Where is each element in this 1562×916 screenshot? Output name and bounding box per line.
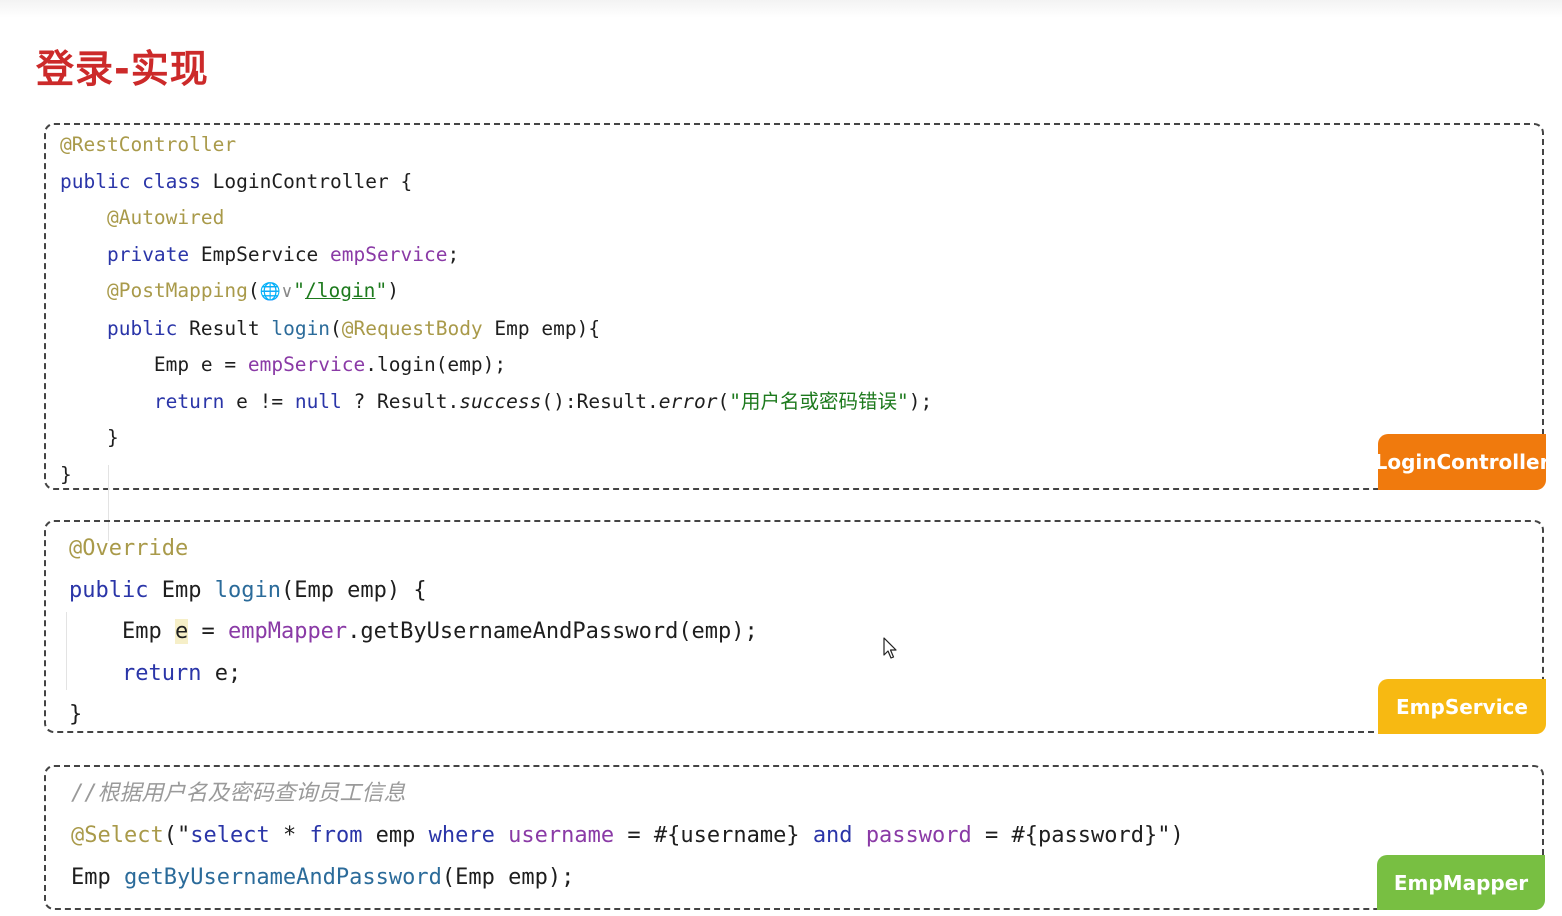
emp-service-tag: EmpService <box>1378 679 1546 734</box>
sql-keyword: from <box>309 823 363 848</box>
emp-mapper-code-box: //根据用户名及密码查询员工信息 @Select("select * from … <box>44 765 1544 910</box>
sql-keyword: select <box>190 823 270 848</box>
keyword: public <box>106 316 178 340</box>
annotation: @Select <box>71 823 164 848</box>
code-text: Emp <box>148 577 215 603</box>
keyword: return <box>153 389 225 413</box>
static-method: error <box>658 389 718 413</box>
code-text: ():Result. <box>541 389 659 413</box>
code-text: ( <box>717 389 730 413</box>
code-text: e; <box>201 660 242 686</box>
code-text: .getByUsernameAndPassword(emp); <box>347 619 758 644</box>
code-text: emp <box>362 823 429 848</box>
code-text: (" <box>163 823 191 848</box>
code-text: Emp e = <box>153 353 248 376</box>
code-text: ? Result. <box>341 389 460 413</box>
emp-service-code: @Override public Emp login(Emp emp) { Em… <box>69 528 758 736</box>
code-text: Emp <box>71 865 124 890</box>
code-text: EmpService <box>189 242 331 266</box>
indent-guide <box>66 612 67 690</box>
emp-mapper-tag: EmpMapper <box>1377 855 1545 910</box>
method-name: login <box>214 577 281 603</box>
code-text: } <box>69 702 83 727</box>
code-text: = <box>188 619 228 644</box>
login-controller-code: @RestController public class LoginContro… <box>60 127 932 493</box>
emp-mapper-code: //根据用户名及密码查询员工信息 @Select("select * from … <box>71 773 1184 899</box>
code-text: Emp emp){ <box>482 316 601 340</box>
sql-keyword: and <box>812 823 853 848</box>
annotation: @Override <box>69 536 189 561</box>
field-name: empService <box>330 242 448 266</box>
string-quote: " <box>375 279 388 302</box>
string-literal: "用户名或密码错误" <box>729 389 909 413</box>
comment: //根据用户名及密码查询员工信息 <box>71 781 406 806</box>
static-method: success <box>459 389 542 413</box>
code-text: } <box>106 426 119 449</box>
globe-icon[interactable]: 🌐∨ <box>260 282 294 302</box>
emp-service-code-box: @Override public Emp login(Emp emp) { Em… <box>44 520 1544 733</box>
mouse-pointer-icon <box>883 637 897 659</box>
annotation: @Autowired <box>106 206 225 229</box>
method-name: login <box>271 316 331 340</box>
code-text: Emp <box>121 619 175 644</box>
sql-keyword: where <box>428 823 495 848</box>
annotation: @RestController <box>60 133 237 156</box>
keyword: public <box>69 577 149 603</box>
login-controller-code-box: @RestController public class LoginContro… <box>44 123 1544 541</box>
sql-column: password <box>865 823 972 848</box>
code-text: * <box>269 823 310 848</box>
field-name: empService <box>247 353 366 376</box>
code-text: (Emp emp); <box>441 865 575 890</box>
code-text: ( <box>330 316 342 340</box>
code-text: .login(emp); <box>365 353 507 376</box>
sql-column: username <box>508 823 615 848</box>
keyword: null <box>294 389 342 413</box>
code-text: (Emp emp) { <box>280 577 427 603</box>
code-text: e != <box>224 389 295 413</box>
string-quote: " <box>293 279 305 302</box>
method-name: getByUsernameAndPassword <box>123 865 442 890</box>
keyword: private <box>106 242 190 266</box>
annotation: @PostMapping <box>106 279 248 302</box>
keyword: return <box>121 660 202 686</box>
page-title: 登录-实现 <box>36 47 209 91</box>
keyword: public class <box>60 169 201 193</box>
highlighted-variable: e <box>174 619 189 644</box>
annotation: @RequestBody <box>341 316 483 340</box>
code-text: ; <box>447 242 460 266</box>
code-text: ( <box>247 279 260 302</box>
code-text: Result <box>177 316 272 340</box>
code-text: = #{password}") <box>971 823 1184 848</box>
code-text: = #{username} <box>614 823 813 848</box>
code-text: LoginController { <box>200 169 413 193</box>
code-text: ); <box>908 389 933 413</box>
field-name: empMapper <box>227 619 348 644</box>
login-controller-tag: LoginController <box>1375 434 1549 490</box>
endpoint-link[interactable]: /login <box>305 279 375 302</box>
code-text: } <box>60 462 72 486</box>
code-text: ) <box>387 279 399 302</box>
top-fade <box>0 0 1562 18</box>
